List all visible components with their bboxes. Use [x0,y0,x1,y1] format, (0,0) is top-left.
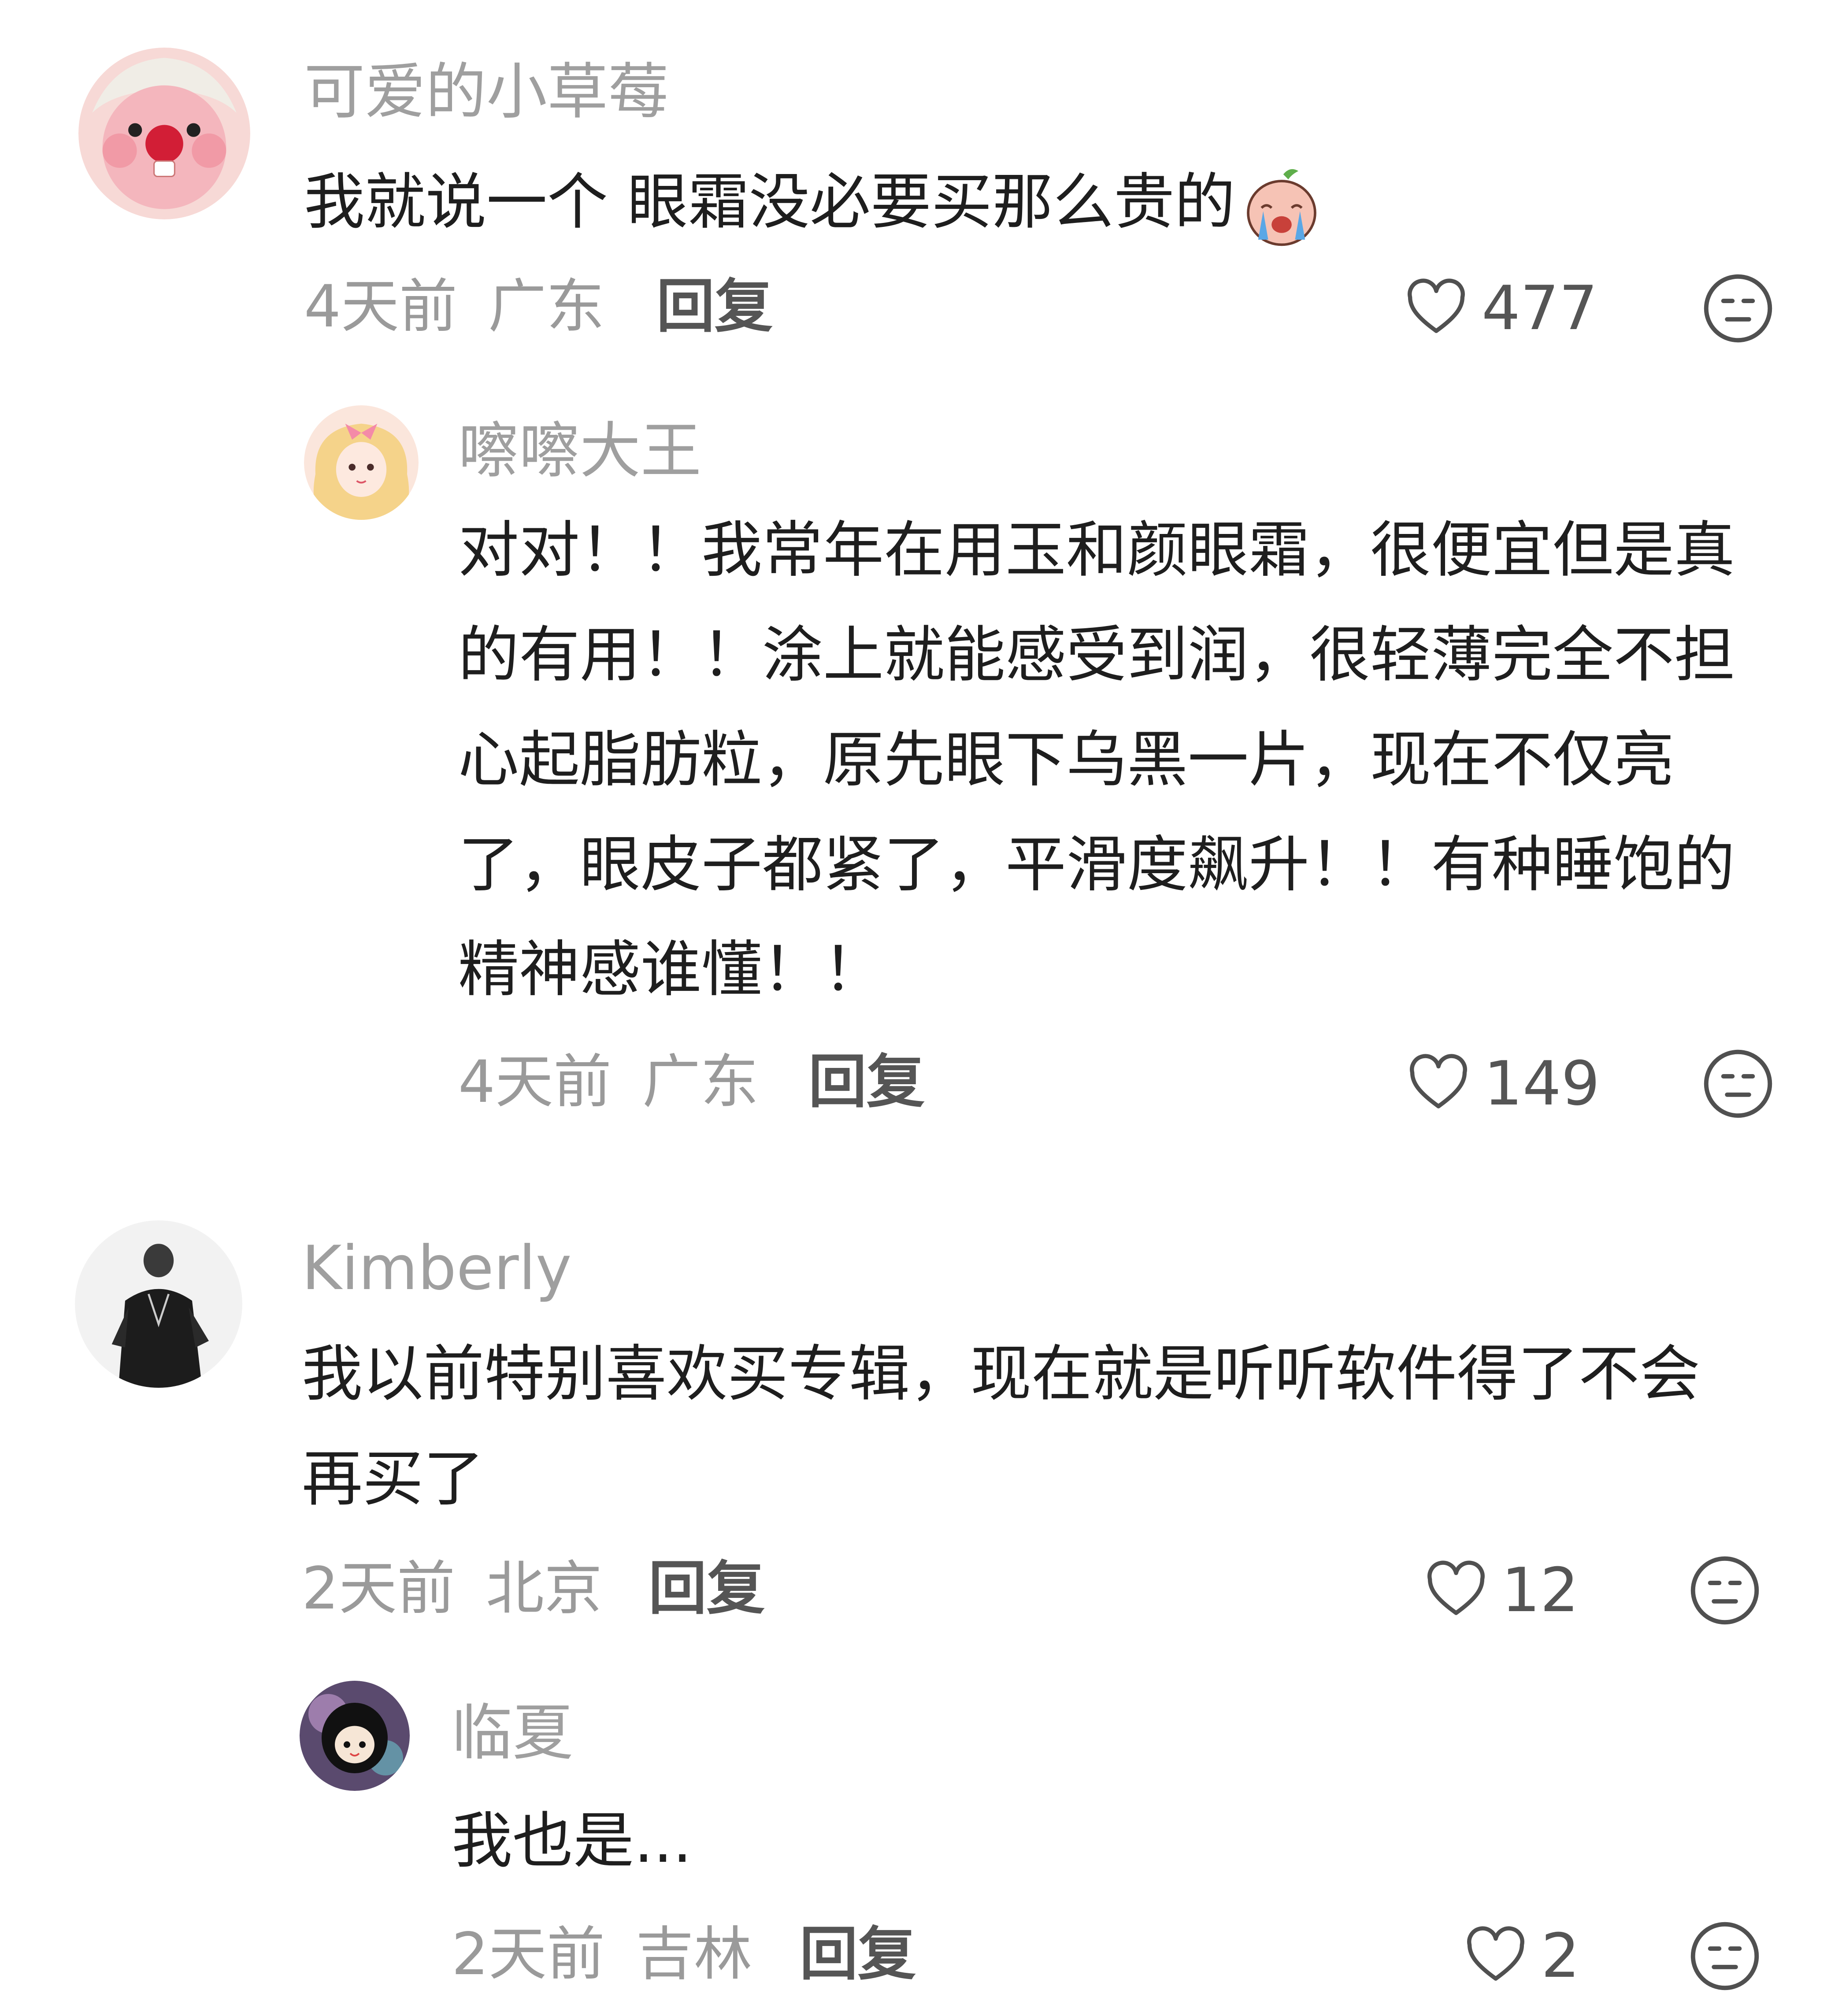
comment-meta: 4天前 广东 [458,1053,759,1111]
heart-outline-icon [1405,1050,1471,1118]
location: 北京 [486,1555,602,1623]
avatar[interactable] [78,48,250,219]
avatar[interactable] [300,1681,410,1791]
username[interactable]: 可爱的小草莓 [304,62,669,122]
reply-button[interactable]: 回复 [649,1560,765,1618]
like-count: 149 [1484,1048,1600,1119]
timestamp: 2天前 [452,1920,605,1988]
neutral-face-icon [1704,274,1772,343]
username[interactable]: 临夏 [452,1703,573,1764]
dislike-button[interactable] [1701,271,1775,346]
reply-button[interactable]: 回复 [808,1053,925,1111]
comment-text: 我也是... [452,1805,692,1876]
like-button[interactable]: 477 [1403,275,1597,341]
dislike-button[interactable] [1687,1553,1762,1628]
like-count: 12 [1501,1555,1579,1626]
timestamp: 2天前 [302,1555,455,1623]
like-button[interactable]: 2 [1463,1923,1580,1989]
crying-peach-emoji-icon [1240,164,1323,248]
comment-body: 我就说一个 眼霜没必要买那么贵的 [304,167,1235,237]
comment-meta: 2天前 北京 [302,1560,602,1618]
reply-button[interactable]: 回复 [800,1925,916,1983]
timestamp: 4天前 [304,273,457,341]
dislike-button[interactable] [1687,1919,1762,1994]
neutral-face-icon [1704,1049,1772,1118]
avatar[interactable] [75,1220,242,1388]
like-button[interactable]: 149 [1405,1051,1600,1117]
neutral-face-icon [1690,1556,1759,1625]
like-count: 477 [1482,273,1598,344]
location: 广东 [488,273,604,341]
username[interactable]: Kimberly [302,1238,572,1299]
comment-text: 我就说一个 眼霜没必要买那么贵的 [304,150,1758,255]
like-count: 2 [1541,1920,1580,1991]
like-button[interactable]: 12 [1423,1557,1579,1623]
neutral-face-icon [1690,1922,1759,1990]
comment-meta: 4天前 广东 [304,278,604,336]
heart-outline-icon [1423,1556,1489,1624]
username[interactable]: 嚓嚓大王 [458,421,701,482]
reply-button[interactable]: 回复 [656,278,773,336]
dislike-button[interactable] [1701,1046,1775,1121]
comment-text: 我以前特别喜欢买专辑，现在就是听听软件得了不会再买了 [302,1338,1701,1514]
location: 广东 [642,1048,759,1116]
heart-outline-icon [1463,1922,1529,1990]
heart-outline-icon [1403,274,1469,342]
comment-text: 对对！！我常年在用玉和颜眼霜，很便宜但是真的有用！！涂上就能感受到润，很轻薄完全… [458,515,1735,1005]
timestamp: 4天前 [458,1048,612,1116]
comment-meta: 2天前 吉林 [452,1925,752,1983]
location: 吉林 [635,1920,752,1988]
avatar[interactable] [304,405,419,520]
